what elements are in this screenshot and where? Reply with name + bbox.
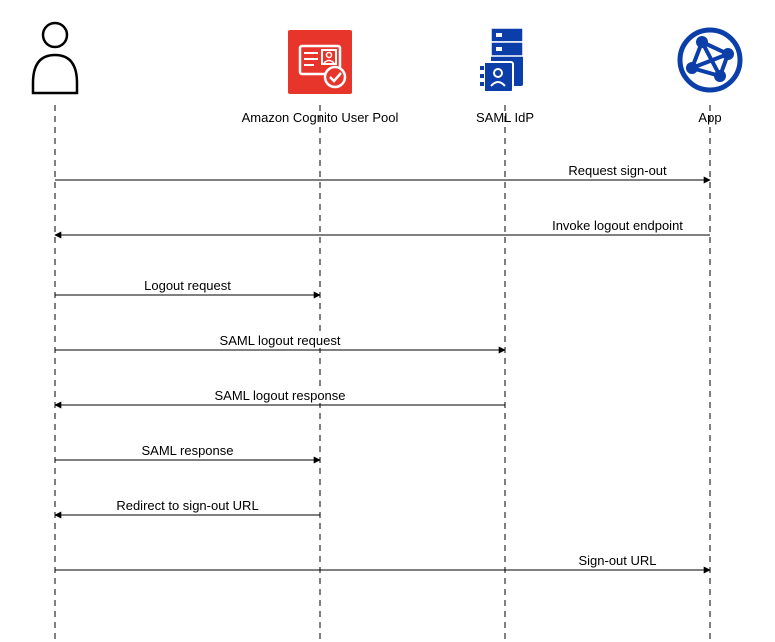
sequence-diagram: Request sign-out Invoke logout endpoint Lo…	[0, 0, 775, 642]
cognito-icon	[288, 30, 352, 94]
message-label: SAML logout response	[212, 388, 347, 403]
user-icon	[33, 23, 77, 93]
diagram-svg	[0, 0, 775, 642]
message-label: Redirect to sign-out URL	[114, 498, 260, 513]
message-label: Request sign-out	[566, 163, 668, 178]
app-icon	[680, 30, 740, 90]
message-label: SAML response	[139, 443, 235, 458]
participant-label: App	[698, 110, 721, 125]
message-label: SAML logout request	[218, 333, 343, 348]
message-label: Logout request	[142, 278, 233, 293]
message-label: Sign-out URL	[576, 553, 658, 568]
saml-idp-icon	[479, 28, 523, 92]
participant-label: SAML IdP	[476, 110, 534, 125]
message-label: Invoke logout endpoint	[550, 218, 685, 233]
participant-label: Amazon Cognito User Pool	[242, 110, 399, 125]
